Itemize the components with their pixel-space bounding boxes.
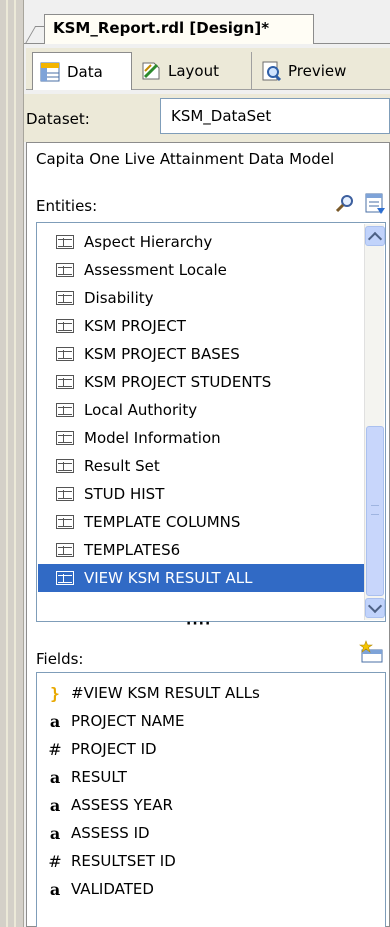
entity-item[interactable]: TEMPLATE COLUMNS — [38, 508, 365, 536]
entity-label: VIEW KSM RESULT ALL — [84, 569, 253, 587]
view-tab-strip: Data Layout Preview — [26, 48, 390, 90]
entity-item[interactable]: Local Authority — [38, 396, 365, 424]
entity-label: STUD HIST — [84, 485, 165, 503]
table-icon — [56, 319, 74, 333]
chevron-up-icon — [367, 231, 383, 247]
tab-layout[interactable]: Layout — [134, 52, 252, 90]
dataset-value: KSM_DataSet — [171, 107, 272, 125]
table-icon — [56, 347, 74, 361]
document-tab[interactable]: KSM_Report.rdl [Design]* — [44, 14, 314, 44]
entity-item[interactable]: STUD HIST — [38, 480, 365, 508]
table-icon — [56, 291, 74, 305]
field-label: ASSESS YEAR — [71, 796, 173, 814]
field-label: PROJECT ID — [71, 740, 157, 758]
table-icon — [56, 431, 74, 445]
entity-item[interactable]: KSM PROJECT — [38, 312, 365, 340]
dataset-label: Dataset: — [26, 110, 90, 128]
tab-preview-label: Preview — [288, 62, 347, 80]
entity-item-selected[interactable]: VIEW KSM RESULT ALL — [38, 564, 365, 592]
entity-label: TEMPLATES6 — [84, 541, 181, 559]
new-field-icon[interactable] — [358, 640, 384, 664]
tab-data-label: Data — [67, 62, 103, 81]
chevron-down-icon — [367, 598, 383, 614]
tab-data[interactable]: Data — [32, 52, 132, 90]
entities-label: Entities: — [36, 197, 98, 215]
tab-layout-label: Layout — [168, 62, 219, 80]
entity-label: Model Information — [84, 429, 221, 447]
scroll-down-button[interactable] — [365, 598, 385, 618]
scroll-up-button[interactable] — [365, 226, 385, 247]
field-item[interactable]: a RESULT — [47, 763, 127, 791]
scroll-thumb[interactable] — [366, 426, 384, 596]
dataset-field[interactable]: KSM_DataSet — [160, 98, 390, 134]
entity-label: Aspect Hierarchy — [84, 233, 213, 251]
number-type-icon: # — [48, 851, 62, 871]
preview-icon — [260, 60, 282, 82]
table-icon — [56, 571, 74, 585]
field-label: RESULTSET ID — [71, 852, 176, 870]
table-icon — [56, 543, 74, 557]
text-type-icon: a — [49, 795, 61, 815]
entity-properties-icon[interactable] — [363, 192, 387, 216]
field-item[interactable]: a VALIDATED — [47, 875, 154, 903]
text-type-icon: a — [49, 711, 61, 731]
left-gutter — [0, 0, 24, 927]
field-label: ASSESS ID — [71, 824, 150, 842]
entity-label: Local Authority — [84, 401, 198, 419]
document-tab-title: KSM_Report.rdl [Design]* — [53, 19, 270, 37]
entity-item[interactable]: KSM PROJECT BASES — [38, 340, 365, 368]
number-type-icon: # — [48, 739, 62, 759]
aggregate-icon: } — [50, 683, 60, 703]
entity-item[interactable]: Model Information — [38, 424, 365, 452]
field-item[interactable]: a PROJECT NAME — [47, 707, 185, 735]
table-icon — [56, 459, 74, 473]
entity-list-scrollbar[interactable] — [364, 224, 385, 620]
entity-item[interactable]: Result Set — [38, 452, 365, 480]
entity-item[interactable]: Disability — [38, 284, 365, 312]
table-icon — [56, 235, 74, 249]
entity-label: KSM PROJECT STUDENTS — [84, 373, 272, 391]
field-item[interactable]: # PROJECT ID — [47, 735, 157, 763]
field-label: PROJECT NAME — [71, 712, 185, 730]
text-type-icon: a — [49, 879, 61, 899]
entity-label: TEMPLATE COLUMNS — [84, 513, 241, 531]
field-label: RESULT — [71, 768, 127, 786]
field-label: #VIEW KSM RESULT ALLs — [71, 684, 260, 702]
data-icon — [39, 61, 61, 83]
entity-item[interactable]: Aspect Hierarchy — [38, 228, 365, 256]
entity-item[interactable]: TEMPLATES6 — [38, 536, 365, 564]
search-icon[interactable] — [333, 192, 357, 216]
field-item[interactable]: a ASSESS YEAR — [47, 791, 173, 819]
table-icon — [56, 403, 74, 417]
splitter-grip[interactable]: ···· — [186, 616, 211, 632]
table-icon — [56, 487, 74, 501]
fields-label: Fields: — [36, 650, 84, 668]
field-label: VALIDATED — [71, 880, 154, 898]
text-type-icon: a — [49, 823, 61, 843]
tab-preview[interactable]: Preview — [254, 52, 390, 90]
field-item[interactable]: } #VIEW KSM RESULT ALLs — [47, 679, 260, 707]
gutter-line — [14, 0, 16, 927]
entity-label: Assessment Locale — [84, 261, 227, 279]
entity-label: KSM PROJECT BASES — [84, 345, 240, 363]
entity-label: Disability — [84, 289, 154, 307]
gutter-line — [6, 0, 8, 927]
entity-list[interactable]: Aspect Hierarchy Assessment Locale Disab… — [36, 222, 386, 622]
field-item[interactable]: # RESULTSET ID — [47, 847, 176, 875]
table-icon — [56, 375, 74, 389]
model-title: Capita One Live Attainment Data Model — [36, 150, 335, 168]
layout-icon — [140, 60, 162, 82]
entity-label: KSM PROJECT — [84, 317, 186, 335]
table-icon — [56, 515, 74, 529]
table-icon — [56, 263, 74, 277]
entity-label: Result Set — [84, 457, 160, 475]
field-item[interactable]: a ASSESS ID — [47, 819, 150, 847]
field-list[interactable]: } #VIEW KSM RESULT ALLs a PROJECT NAME # PR… — [36, 672, 386, 927]
entity-item[interactable]: KSM PROJECT STUDENTS — [38, 368, 365, 396]
entity-item[interactable]: Assessment Locale — [38, 256, 365, 284]
text-type-icon: a — [49, 767, 61, 787]
